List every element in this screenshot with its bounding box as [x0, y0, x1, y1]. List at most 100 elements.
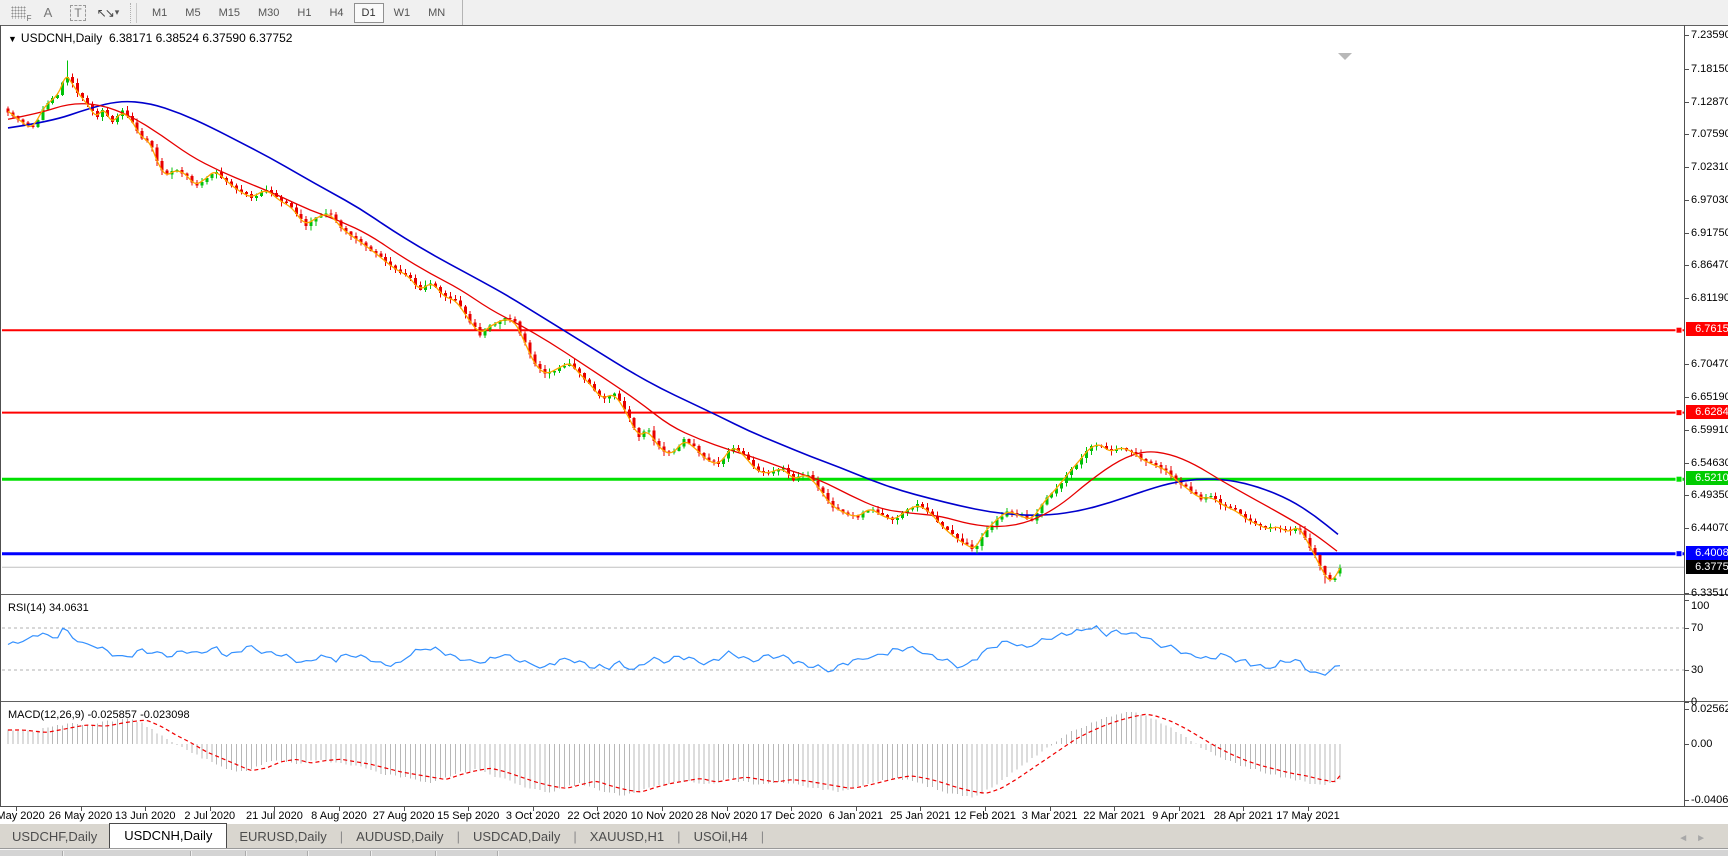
- timeframe-button-m30[interactable]: M30: [250, 3, 287, 23]
- rsi-canvas[interactable]: [0, 598, 1728, 701]
- date-axis-label: 10 Nov 2020: [630, 810, 694, 822]
- rsi-axis-label: 70: [1691, 622, 1704, 634]
- chart-shift-marker-icon[interactable]: [1338, 53, 1352, 60]
- macd-axis-tick: [1684, 744, 1689, 745]
- candle-body: [259, 192, 263, 197]
- price-axis-label: 6.54630: [1691, 456, 1728, 469]
- candle-body: [1209, 496, 1213, 498]
- candle-body: [1154, 462, 1158, 465]
- price-axis-label: 6.49350: [1691, 489, 1728, 502]
- date-axis-label: 28 Apr 2021: [1213, 810, 1274, 822]
- rsi-axis-tick: [1684, 670, 1689, 671]
- price-axis-label: 7.23590: [1691, 29, 1728, 42]
- timeframe-button-m1[interactable]: M1: [144, 3, 175, 23]
- price-axis-tick: [1684, 364, 1689, 366]
- toolbar-end-separator: [462, 0, 464, 25]
- price-axis-line: [1684, 25, 1685, 806]
- price-axis-label: 6.86470: [1691, 259, 1728, 272]
- price-axis-tick: [1684, 101, 1689, 103]
- price-axis-label: 6.70470: [1691, 358, 1728, 371]
- level-line-anchor[interactable]: [1675, 409, 1683, 417]
- chart-tab-usdchf[interactable]: USDCHF,Daily: [0, 825, 109, 849]
- price-axis-tick: [1684, 298, 1689, 299]
- level-line-anchor[interactable]: [1675, 326, 1683, 334]
- price-axis-label: 7.07590: [1691, 128, 1728, 141]
- symbol-name: USDCNH,Daily: [20, 31, 103, 45]
- timeframe-button-m15[interactable]: M15: [211, 3, 248, 23]
- chart-tab-bar: USDCHF,Daily USDCNH,Daily EURUSD,Daily | AUD…: [0, 823, 1728, 849]
- price-axis-label: 6.91750: [1691, 226, 1728, 239]
- date-axis-label: 22 Oct 2020: [567, 810, 628, 822]
- timeframe-buttons: M1 M5 M15 M30 H1 H4 D1 W1 MN: [143, 2, 454, 23]
- arrows-tool-icon[interactable]: ↖↘ ▾: [96, 3, 120, 23]
- collapse-triangle-icon[interactable]: ▼: [8, 34, 17, 44]
- status-bar: [0, 849, 1728, 856]
- chart-tab-audusd[interactable]: AUDUSD,Daily: [344, 825, 455, 849]
- chart-tab-usdcnh[interactable]: USDCNH,Daily: [109, 823, 228, 849]
- status-bar-divider: [435, 851, 436, 856]
- text-label-icon[interactable]: T: [66, 3, 90, 23]
- status-bar-divider: [370, 851, 371, 856]
- timeframe-button-h1[interactable]: H1: [289, 3, 319, 23]
- price-axis-tick: [1684, 167, 1689, 169]
- status-bar-divider: [190, 851, 191, 856]
- macd-axis-label: -0.040687: [1691, 793, 1728, 806]
- date-axis-label: 6 Jan 2021: [828, 810, 884, 822]
- candle-body: [245, 192, 249, 195]
- timeframe-button-m5[interactable]: M5: [177, 3, 208, 23]
- price-axis-tick: [1684, 134, 1689, 136]
- price-axis-label: 6.44070: [1691, 522, 1728, 534]
- candle-body: [110, 115, 114, 122]
- main-chart-panel[interactable]: [0, 25, 1728, 595]
- main-chart-canvas[interactable]: [0, 26, 1728, 595]
- status-bar-divider: [497, 851, 498, 856]
- candle-body: [513, 319, 517, 322]
- macd-axis-label: 0.00: [1691, 738, 1713, 750]
- chart-tab-usoil[interactable]: USOil,H4: [682, 825, 760, 849]
- price-axis-tick: [1684, 232, 1689, 234]
- price-axis-tick: [1684, 495, 1689, 497]
- rsi-label: RSI(14) 34.0631: [8, 602, 89, 614]
- level-price-badge: 6.62849: [1686, 404, 1728, 419]
- rsi-axis-label: 30: [1691, 664, 1704, 676]
- price-axis-tick: [1684, 199, 1689, 201]
- macd-canvas[interactable]: [0, 705, 1728, 806]
- date-axis-label: 17 Dec 2020: [759, 810, 823, 822]
- date-axis-label: 12 Feb 2021: [954, 810, 1016, 822]
- tab-scroll-left-icon[interactable]: ◄: [1678, 833, 1696, 844]
- timeframe-button-d1[interactable]: D1: [353, 2, 384, 23]
- status-bar-divider: [62, 851, 63, 856]
- text-annotation-icon[interactable]: A: [36, 3, 60, 23]
- toolbar-separator: [130, 2, 137, 23]
- price-axis-label: 6.97030: [1691, 193, 1728, 206]
- candle-body: [1234, 507, 1238, 510]
- rsi-panel[interactable]: [0, 598, 1728, 701]
- chart-tab-xauusd[interactable]: XAUUSD,H1: [578, 825, 676, 849]
- price-axis-tick: [1684, 429, 1689, 431]
- tab-scroll-right-icon[interactable]: ►: [1696, 833, 1714, 844]
- price-axis-tick: [1684, 69, 1689, 71]
- timeframe-button-w1[interactable]: W1: [386, 3, 419, 23]
- candle-body: [255, 196, 259, 198]
- macd-axis-tick: [1684, 708, 1689, 710]
- level-line-anchor[interactable]: [1675, 475, 1683, 483]
- candle-body: [950, 529, 954, 535]
- tab-scroll-arrows: ◄►: [1678, 833, 1714, 844]
- price-axis-label: 6.65190: [1691, 391, 1728, 404]
- current-price-badge: 6.37752: [1686, 560, 1728, 575]
- chart-tab-eurusd[interactable]: EURUSD,Daily: [227, 825, 338, 849]
- price-axis-label: 6.33510: [1691, 587, 1728, 600]
- date-axis-label: 25 Jan 2021: [890, 810, 951, 822]
- rsi-axis-tick: [1684, 600, 1689, 601]
- grid-icon[interactable]: F: [6, 3, 32, 23]
- macd-panel[interactable]: [0, 705, 1728, 806]
- timeframe-button-mn[interactable]: MN: [420, 3, 453, 23]
- date-axis-label: 21 Jul 2020: [245, 810, 303, 822]
- level-line-anchor[interactable]: [1675, 550, 1683, 558]
- candle-body: [647, 430, 651, 432]
- chart-tab-usdcad[interactable]: USDCAD,Daily: [461, 825, 572, 849]
- dropdown-caret-icon[interactable]: ▾: [115, 7, 120, 18]
- chart-title: ▼ USDCNH,Daily 6.38171 6.38524 6.37590 6.…: [8, 31, 292, 45]
- timeframe-button-h4[interactable]: H4: [321, 3, 351, 23]
- status-bar-divider: [245, 851, 246, 856]
